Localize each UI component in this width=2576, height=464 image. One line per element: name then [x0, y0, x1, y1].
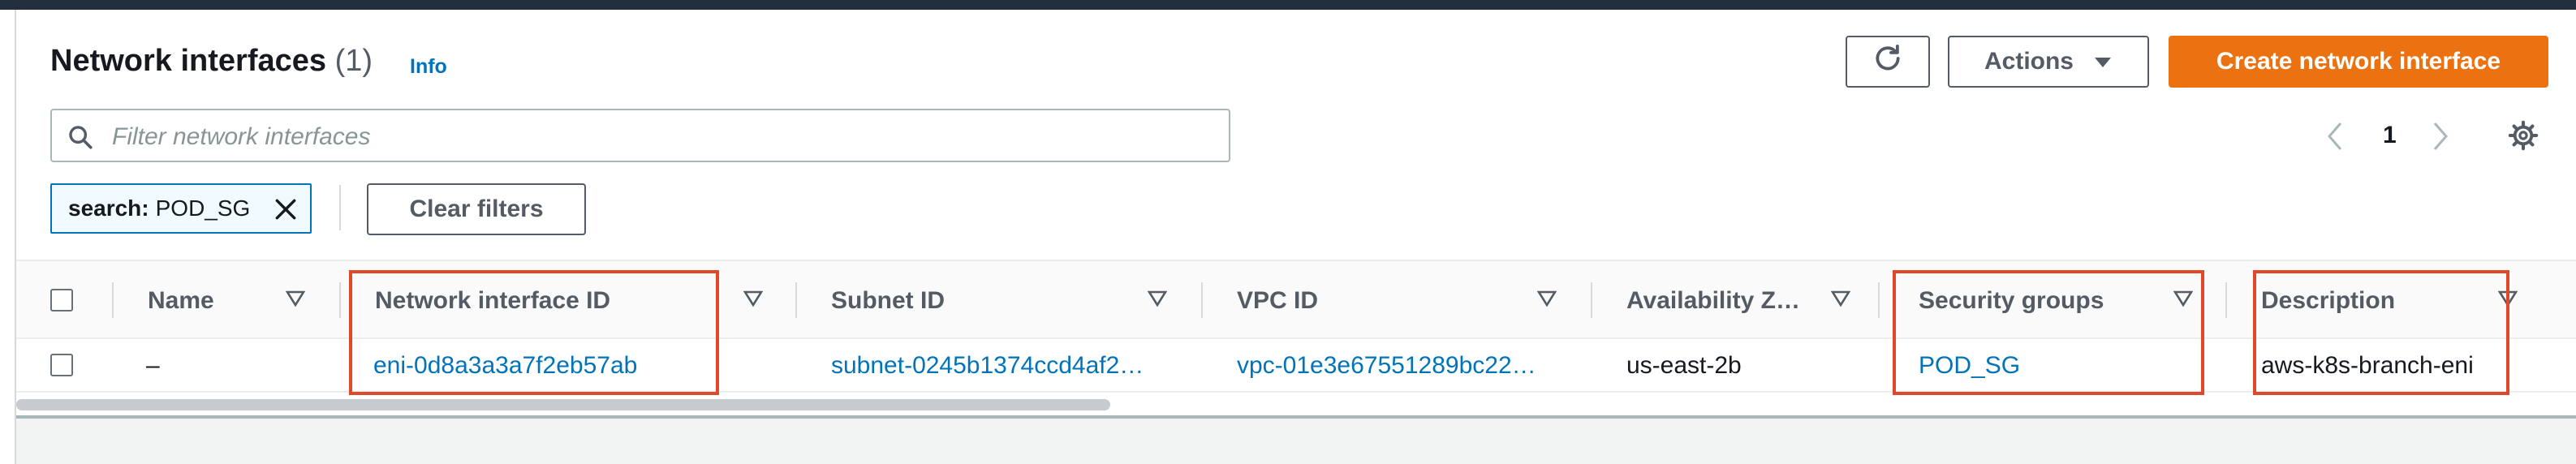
highlight-box-security-groups: [1893, 270, 2204, 395]
column-header-availability-zone[interactable]: Availability Z…: [1626, 287, 1800, 315]
column-divider: [1878, 282, 1880, 318]
page-title-text: Network interfaces: [50, 44, 327, 78]
info-link[interactable]: Info: [410, 55, 447, 79]
select-all-checkbox[interactable]: [50, 289, 73, 311]
left-divider: [15, 10, 16, 464]
sort-icon[interactable]: [743, 290, 764, 311]
page-title: Network interfaces (1): [50, 44, 373, 79]
column-header-name[interactable]: Name: [148, 287, 214, 315]
filter-token: search: POD_SG: [50, 183, 312, 234]
search-icon: [67, 123, 94, 155]
filter-token-key: search:: [68, 195, 149, 221]
column-divider: [2225, 282, 2227, 318]
column-header-subnet-id[interactable]: Subnet ID: [831, 287, 945, 315]
clear-filters-button[interactable]: Clear filters: [367, 183, 586, 235]
highlight-box-description: [2253, 270, 2509, 395]
next-page-icon[interactable]: [2432, 122, 2449, 155]
current-page-number[interactable]: 1: [2383, 122, 2397, 149]
cell-subnet-id[interactable]: subnet-0245b1374ccd4af2…: [831, 352, 1144, 380]
close-icon[interactable]: [273, 196, 299, 228]
sort-icon[interactable]: [1147, 290, 1168, 311]
top-nav-bar: [0, 0, 2576, 10]
token-divider: [339, 185, 341, 230]
sort-icon[interactable]: [1830, 290, 1851, 311]
horizontal-scrollbar-thumb[interactable]: [16, 399, 1110, 410]
filter-box: [50, 109, 1230, 162]
item-count: (1): [334, 44, 373, 78]
column-divider: [112, 282, 114, 318]
column-divider: [1201, 282, 1203, 318]
refresh-button[interactable]: [1846, 36, 1930, 88]
highlight-box-network-interface-id: [349, 270, 719, 395]
actions-dropdown[interactable]: Actions: [1948, 36, 2149, 88]
cell-name: –: [146, 352, 160, 379]
column-header-vpc-id[interactable]: VPC ID: [1237, 287, 1318, 315]
create-network-interface-button[interactable]: Create network interface: [2169, 36, 2548, 88]
footer-area: [16, 419, 2576, 464]
actions-label: Actions: [1984, 48, 2074, 75]
filter-token-value: POD_SG: [155, 195, 251, 221]
column-divider: [795, 282, 797, 318]
sort-icon[interactable]: [285, 290, 306, 311]
caret-down-icon: [2093, 48, 2113, 75]
cell-availability-zone: us-east-2b: [1626, 352, 1742, 379]
previous-page-icon[interactable]: [2326, 122, 2344, 155]
row-checkbox[interactable]: [50, 354, 73, 376]
column-divider: [1591, 282, 1592, 318]
sort-icon[interactable]: [1536, 290, 1557, 311]
column-divider: [339, 282, 341, 318]
gear-icon[interactable]: [2508, 120, 2539, 155]
refresh-icon: [1872, 43, 1903, 80]
cell-vpc-id[interactable]: vpc-01e3e67551289bc22…: [1237, 352, 1536, 380]
filter-input[interactable]: [110, 118, 1217, 156]
